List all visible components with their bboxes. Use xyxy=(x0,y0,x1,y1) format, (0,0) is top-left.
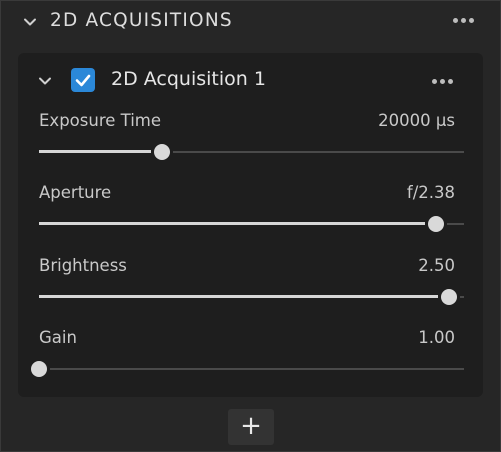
slider-thumb[interactable] xyxy=(31,361,47,377)
brightness-label: Brightness xyxy=(39,256,127,275)
plus-icon: + xyxy=(240,411,262,441)
gain-label: Gain xyxy=(39,328,77,347)
acquisitions-panel: 2D ACQUISITIONS 2D Acquisition 1 Exposur… xyxy=(0,0,501,452)
gain-value: 1.00 xyxy=(418,328,455,347)
more-dots-icon[interactable] xyxy=(453,18,479,26)
exposure-time-value: 20000 µs xyxy=(378,111,455,130)
brightness-value: 2.50 xyxy=(418,256,455,275)
chevron-down-icon[interactable] xyxy=(22,14,38,30)
acquisition-title: 2D Acquisition 1 xyxy=(111,68,266,90)
slider-thumb[interactable] xyxy=(441,289,458,305)
exposure-time-label: Exposure Time xyxy=(39,111,162,130)
section-header[interactable]: 2D ACQUISITIONS xyxy=(1,1,500,43)
chevron-down-icon[interactable] xyxy=(37,73,53,89)
add-acquisition-button[interactable]: + xyxy=(228,409,274,445)
enabled-checkbox-icon[interactable] xyxy=(71,68,95,92)
aperture-value: f/2.38 xyxy=(406,183,455,202)
brightness-slider[interactable] xyxy=(39,289,464,305)
section-title: 2D ACQUISITIONS xyxy=(50,10,233,31)
aperture-label: Aperture xyxy=(39,183,112,202)
gain-slider[interactable] xyxy=(28,361,464,377)
exposure-time-slider[interactable] xyxy=(39,144,464,160)
slider-thumb[interactable] xyxy=(154,144,171,160)
acquisition-card: 2D Acquisition 1 Exposure Time 20000 µs … xyxy=(18,53,483,397)
slider-thumb[interactable] xyxy=(428,216,445,232)
more-dots-icon[interactable] xyxy=(432,79,458,87)
aperture-slider[interactable] xyxy=(39,216,464,232)
